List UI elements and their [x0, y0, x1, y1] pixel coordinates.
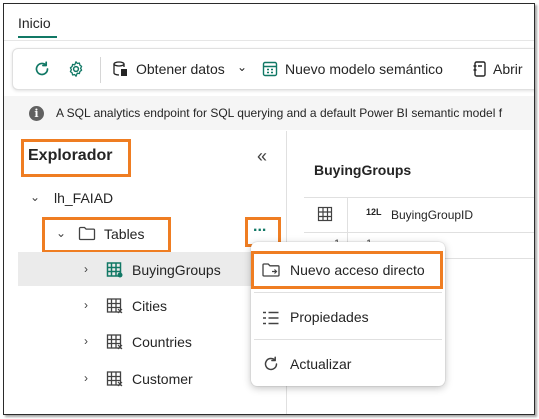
database-icon[interactable] — [109, 58, 131, 80]
chevron-down-icon[interactable]: ⌄ — [237, 60, 247, 74]
chevron-right-icon[interactable]: › — [84, 262, 88, 276]
menu-separator — [254, 339, 442, 340]
info-bar: i A SQL analytics endpoint for SQL query… — [4, 96, 534, 130]
toolbar: Obtener datos ⌄ Nuevo modelo semántico A… — [12, 48, 534, 90]
grid-select-all-icon[interactable] — [317, 206, 333, 227]
folder-icon — [78, 225, 96, 246]
menu-item-new-shortcut[interactable]: Nuevo acceso directo — [290, 262, 425, 278]
tree-item-table[interactable]: BuyingGroups — [132, 262, 221, 278]
preview-title: BuyingGroups — [314, 162, 412, 178]
get-data-button[interactable]: Obtener datos — [136, 61, 225, 77]
chevron-right-icon[interactable]: › — [84, 298, 88, 312]
table-icon — [106, 297, 124, 315]
properties-icon — [261, 308, 281, 328]
more-options-button[interactable]: ... — [253, 218, 266, 236]
tree-item-table[interactable]: Countries — [132, 334, 192, 350]
table-icon — [106, 370, 124, 388]
chevron-right-icon[interactable]: › — [84, 371, 88, 385]
table-icon — [106, 261, 124, 279]
open-button[interactable]: Abrir — [493, 61, 523, 77]
tree-item-table[interactable]: Cities — [132, 298, 167, 314]
column-header[interactable]: BuyingGroupID — [391, 208, 473, 222]
tree-item-tables[interactable]: Tables — [104, 226, 144, 242]
menu-item-refresh[interactable]: Actualizar — [290, 356, 351, 372]
tree-item-lakehouse[interactable]: lh_FAIAD — [54, 190, 113, 206]
highlight-explorer-title — [21, 139, 131, 177]
menu-item-properties[interactable]: Propiedades — [290, 309, 369, 325]
refresh-icon[interactable] — [31, 58, 53, 80]
tab-inicio[interactable]: Inicio — [18, 15, 51, 31]
gear-icon[interactable] — [65, 58, 87, 80]
menu-separator — [254, 292, 442, 293]
chevron-down-icon[interactable]: ⌄ — [30, 190, 40, 204]
semantic-model-icon[interactable] — [259, 58, 281, 80]
column-type-label: 12L — [366, 207, 382, 217]
window-frame: Inicio Obtener datos ⌄ Nuevo modelo semá… — [3, 3, 535, 415]
collapse-pane-icon[interactable]: « — [257, 146, 267, 167]
info-text: A SQL analytics endpoint for SQL queryin… — [56, 106, 503, 120]
info-icon: i — [29, 106, 44, 121]
tree-item-table[interactable]: Customer — [132, 371, 193, 387]
grid-line — [304, 232, 534, 233]
toolbar-separator — [100, 57, 101, 83]
notebook-icon[interactable] — [469, 58, 491, 80]
refresh-icon — [261, 354, 281, 374]
new-semantic-model-button[interactable]: Nuevo modelo semántico — [285, 61, 443, 77]
chevron-down-icon[interactable]: ⌄ — [56, 226, 66, 240]
ribbon-divider — [4, 40, 534, 41]
grid-line — [304, 197, 534, 198]
chevron-right-icon[interactable]: › — [84, 334, 88, 348]
tab-active-indicator — [18, 36, 57, 38]
table-icon — [106, 333, 124, 351]
folder-link-icon — [261, 260, 281, 280]
